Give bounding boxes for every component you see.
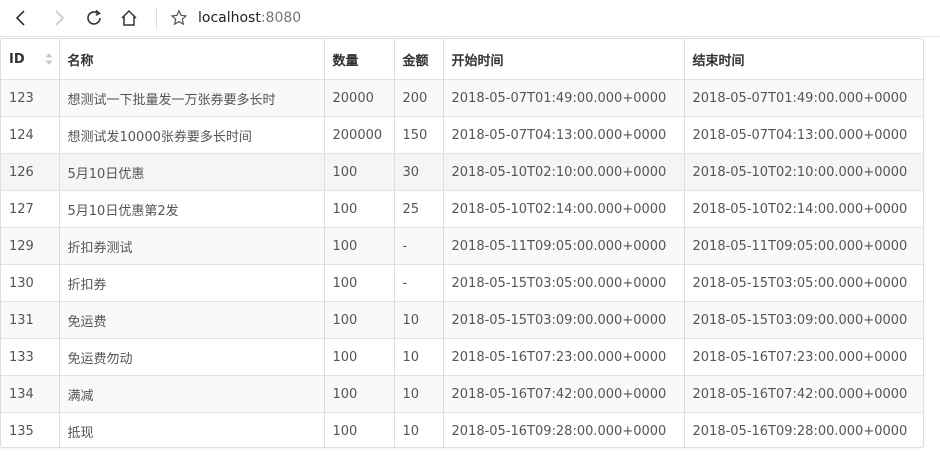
- cell-id: 126: [1, 153, 60, 191]
- forward-icon[interactable]: [46, 5, 72, 31]
- cell-id: 133: [1, 338, 60, 376]
- cell-name: 满减: [59, 375, 325, 413]
- cell-start-time: 2018-05-15T03:09:00.000+0000: [443, 301, 685, 339]
- cell-id: 130: [1, 264, 60, 302]
- cell-amount: 10: [394, 338, 444, 376]
- cell-amount: 25: [394, 190, 444, 228]
- cell-amount: 30: [394, 153, 444, 191]
- cell-end-time: 2018-05-10T02:10:00.000+0000: [684, 153, 923, 191]
- cell-start-time: 2018-05-16T07:42:00.000+0000: [443, 375, 685, 413]
- header-quantity[interactable]: 数量: [324, 39, 395, 80]
- cell-amount: -: [394, 227, 444, 265]
- cell-name: 想测试发10000张券要多长时间: [59, 116, 325, 154]
- header-id-label: ID: [9, 51, 25, 67]
- cell-start-time: 2018-05-07T04:13:00.000+0000: [443, 116, 685, 154]
- table-row[interactable]: 131 免运费 100 10 2018-05-15T03:09:00.000+0000 2…: [1, 301, 923, 339]
- cell-id: 134: [1, 375, 60, 413]
- table-row[interactable]: 129 折扣券测试 100-2018-05-11T09:05:00.000+0000…: [1, 227, 923, 265]
- cell-start-time: 2018-05-10T02:10:00.000+0000: [443, 153, 685, 191]
- cell-quantity: 100: [324, 301, 395, 339]
- coupon-table: ID 名称 数量 金额 开始时间 结束时间 123 想测试一下批量发一万张券要多长…: [1, 39, 923, 447]
- header-name[interactable]: 名称: [59, 39, 325, 80]
- sort-icon[interactable]: [45, 52, 53, 66]
- cell-end-time: 2018-05-10T02:14:00.000+0000: [684, 190, 923, 228]
- cell-quantity: 100: [324, 227, 395, 265]
- cell-amount: -: [394, 264, 444, 302]
- cell-start-time: 2018-05-07T01:49:00.000+0000: [443, 79, 685, 117]
- cell-id: 123: [1, 79, 60, 117]
- cell-quantity: 100: [324, 412, 395, 447]
- toolbar-separator: [156, 8, 157, 29]
- cell-name: 5月10日优惠第2发: [59, 190, 325, 228]
- cell-end-time: 2018-05-15T03:09:00.000+0000: [684, 301, 923, 339]
- table-row[interactable]: 127 5月10日优惠第2发 100 25 2018-05-10T02:14:00.00…: [1, 190, 923, 228]
- browser-toolbar: localhost:8080: [0, 0, 940, 37]
- cell-name: 折扣券测试: [59, 227, 325, 265]
- cell-quantity: 200000: [324, 116, 395, 154]
- table-row[interactable]: 123 想测试一下批量发一万张券要多长时 20000 200 2018-05-07T01…: [1, 79, 923, 117]
- cell-name: 免运费: [59, 301, 325, 339]
- cell-quantity: 100: [324, 153, 395, 191]
- table-row[interactable]: 134 满减 100 10 2018-05-16T07:42:00.000+0000 20…: [1, 375, 923, 413]
- cell-start-time: 2018-05-15T03:05:00.000+0000: [443, 264, 685, 302]
- cell-end-time: 2018-05-16T07:42:00.000+0000: [684, 375, 923, 413]
- table-row[interactable]: 126 5月10日优惠 100 30 2018-05-10T02:10:00.000+0…: [1, 153, 923, 191]
- header-end-time[interactable]: 结束时间: [684, 39, 923, 80]
- cell-quantity: 20000: [324, 79, 395, 117]
- table-row[interactable]: 130 折扣券 100-2018-05-15T03:05:00.000+0000 20…: [1, 264, 923, 302]
- cell-name: 折扣券: [59, 264, 325, 302]
- cell-start-time: 2018-05-16T07:23:00.000+0000: [443, 338, 685, 376]
- cell-start-time: 2018-05-16T09:28:00.000+0000: [443, 412, 685, 447]
- coupon-table-panel: ID 名称 数量 金额 开始时间 结束时间 123 想测试一下批量发一万张券要多长…: [0, 38, 924, 448]
- cell-amount: 150: [394, 116, 444, 154]
- cell-end-time: 2018-05-16T09:28:00.000+0000: [692, 423, 908, 439]
- cell-id: 135: [1, 412, 60, 447]
- cell-name: 5月10日优惠: [59, 153, 325, 191]
- cell-end-time: 2018-05-16T07:23:00.000+0000: [684, 338, 923, 376]
- bookmark-star-icon[interactable]: [166, 5, 192, 31]
- cell-name: 免运费勿动: [59, 338, 325, 376]
- address-bar[interactable]: localhost:8080: [198, 8, 301, 29]
- cell-quantity: 100: [324, 375, 395, 413]
- cell-id: 124: [1, 116, 60, 154]
- table-row[interactable]: 135 抵现 100 10 2018-05-16T09:28:00.000+0000 20…: [1, 412, 923, 447]
- cell-start-time: 2018-05-10T02:14:00.000+0000: [443, 190, 685, 228]
- back-icon[interactable]: [8, 5, 34, 31]
- cell-amount: 10: [394, 301, 444, 339]
- cell-quantity: 100: [324, 190, 395, 228]
- cell-quantity: 100: [324, 338, 395, 376]
- cell-start-time: 2018-05-11T09:05:00.000+0000: [443, 227, 685, 265]
- cell-end-time: 2018-05-11T09:05:00.000+0000: [684, 227, 923, 265]
- table-row[interactable]: 133 免运费勿动 100 10 2018-05-16T07:23:00.000+000…: [1, 338, 923, 376]
- cell-end-time: 2018-05-07T01:49:00.000+0000: [684, 79, 923, 117]
- reload-icon[interactable]: [81, 5, 107, 31]
- cell-id: 131: [1, 301, 60, 339]
- header-amount[interactable]: 金额: [394, 39, 444, 80]
- cell-quantity: 100: [324, 264, 395, 302]
- home-icon[interactable]: [116, 5, 142, 31]
- cell-id: 127: [1, 190, 60, 228]
- cell-amount: 10: [394, 412, 444, 447]
- cell-name: 想测试一下批量发一万张券要多长时: [59, 79, 325, 117]
- header-start-time[interactable]: 开始时间: [443, 39, 685, 80]
- cell-amount: 200: [394, 79, 444, 117]
- table-header-row: ID 名称 数量 金额 开始时间 结束时间: [1, 39, 923, 80]
- cell-amount: 10: [394, 375, 444, 413]
- cell-end-time: 2018-05-15T03:05:00.000+0000: [684, 264, 923, 302]
- table-row[interactable]: 124 想测试发10000张券要多长时间 200000 150 2018-05-07T0…: [1, 116, 923, 154]
- url-port: :8080: [260, 10, 302, 26]
- cell-id: 129: [1, 227, 60, 265]
- url-host: localhost: [198, 10, 261, 26]
- cell-name: 抵现: [59, 412, 325, 447]
- cell-end-time: 2018-05-07T04:13:00.000+0000: [684, 116, 923, 154]
- header-id[interactable]: ID: [1, 39, 60, 80]
